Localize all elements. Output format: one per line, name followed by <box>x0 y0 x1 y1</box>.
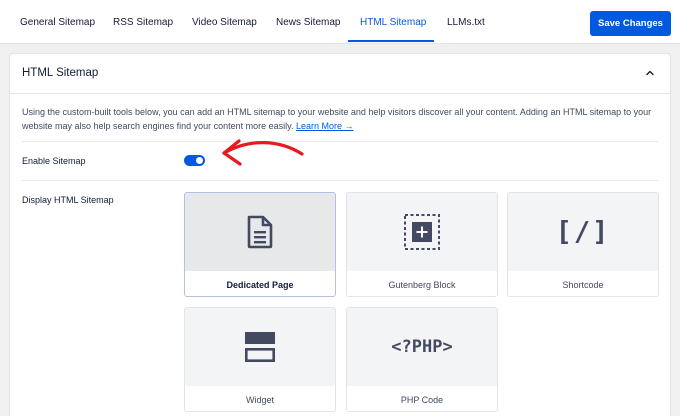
card-description: Using the custom-built tools below, you … <box>22 105 662 133</box>
option-label: Gutenberg Block <box>388 280 456 290</box>
option-label: Dedicated Page <box>226 280 294 290</box>
tile-preview <box>347 193 497 271</box>
document-icon <box>247 215 273 249</box>
tile-preview <box>185 193 335 271</box>
option-gutenberg-block[interactable]: Gutenberg Block <box>346 192 498 297</box>
card-title: HTML Sitemap <box>22 67 99 79</box>
option-widget[interactable]: Widget <box>184 307 336 412</box>
html-sitemap-card: HTML Sitemap Using the custom-built tool… <box>9 53 671 416</box>
shortcode-icon: [/] <box>555 216 611 248</box>
tab-video-sitemap[interactable]: Video Sitemap <box>192 0 257 44</box>
annotation-arrow-icon <box>222 139 304 166</box>
option-dedicated-page[interactable]: Dedicated Page <box>184 192 336 297</box>
divider <box>22 180 658 181</box>
active-tab-indicator <box>348 40 434 42</box>
php-code-icon: <?PHP> <box>391 337 453 357</box>
tile-preview: [/] <box>508 193 658 271</box>
chevron-up-icon[interactable] <box>644 67 656 79</box>
save-changes-button[interactable]: Save Changes <box>590 11 671 36</box>
option-label: Shortcode <box>562 280 604 290</box>
widget-icon <box>244 332 275 362</box>
option-label: PHP Code <box>400 395 444 405</box>
tab-general-sitemap[interactable]: General Sitemap <box>20 0 95 44</box>
option-label: Widget <box>245 395 274 405</box>
divider <box>22 141 658 142</box>
card-header[interactable]: HTML Sitemap <box>10 54 670 94</box>
tile-preview <box>185 308 335 386</box>
block-plus-icon <box>404 214 440 250</box>
learn-more-link[interactable]: Learn More → <box>296 121 354 131</box>
option-shortcode[interactable]: [/] Shortcode <box>507 192 659 297</box>
tab-news-sitemap[interactable]: News Sitemap <box>276 0 340 44</box>
toggle-knob <box>196 157 203 164</box>
enable-sitemap-label: Enable Sitemap <box>22 156 86 166</box>
display-html-sitemap-label: Display HTML Sitemap <box>22 195 114 205</box>
tab-llms-txt[interactable]: LLMs.txt <box>447 0 485 44</box>
tab-html-sitemap[interactable]: HTML Sitemap <box>360 0 426 44</box>
tab-bar: General Sitemap RSS Sitemap Video Sitema… <box>0 0 680 44</box>
enable-sitemap-toggle[interactable] <box>184 155 205 166</box>
tile-preview: <?PHP> <box>347 308 497 386</box>
tab-rss-sitemap[interactable]: RSS Sitemap <box>113 0 173 44</box>
option-php-code[interactable]: <?PHP> PHP Code <box>346 307 498 412</box>
